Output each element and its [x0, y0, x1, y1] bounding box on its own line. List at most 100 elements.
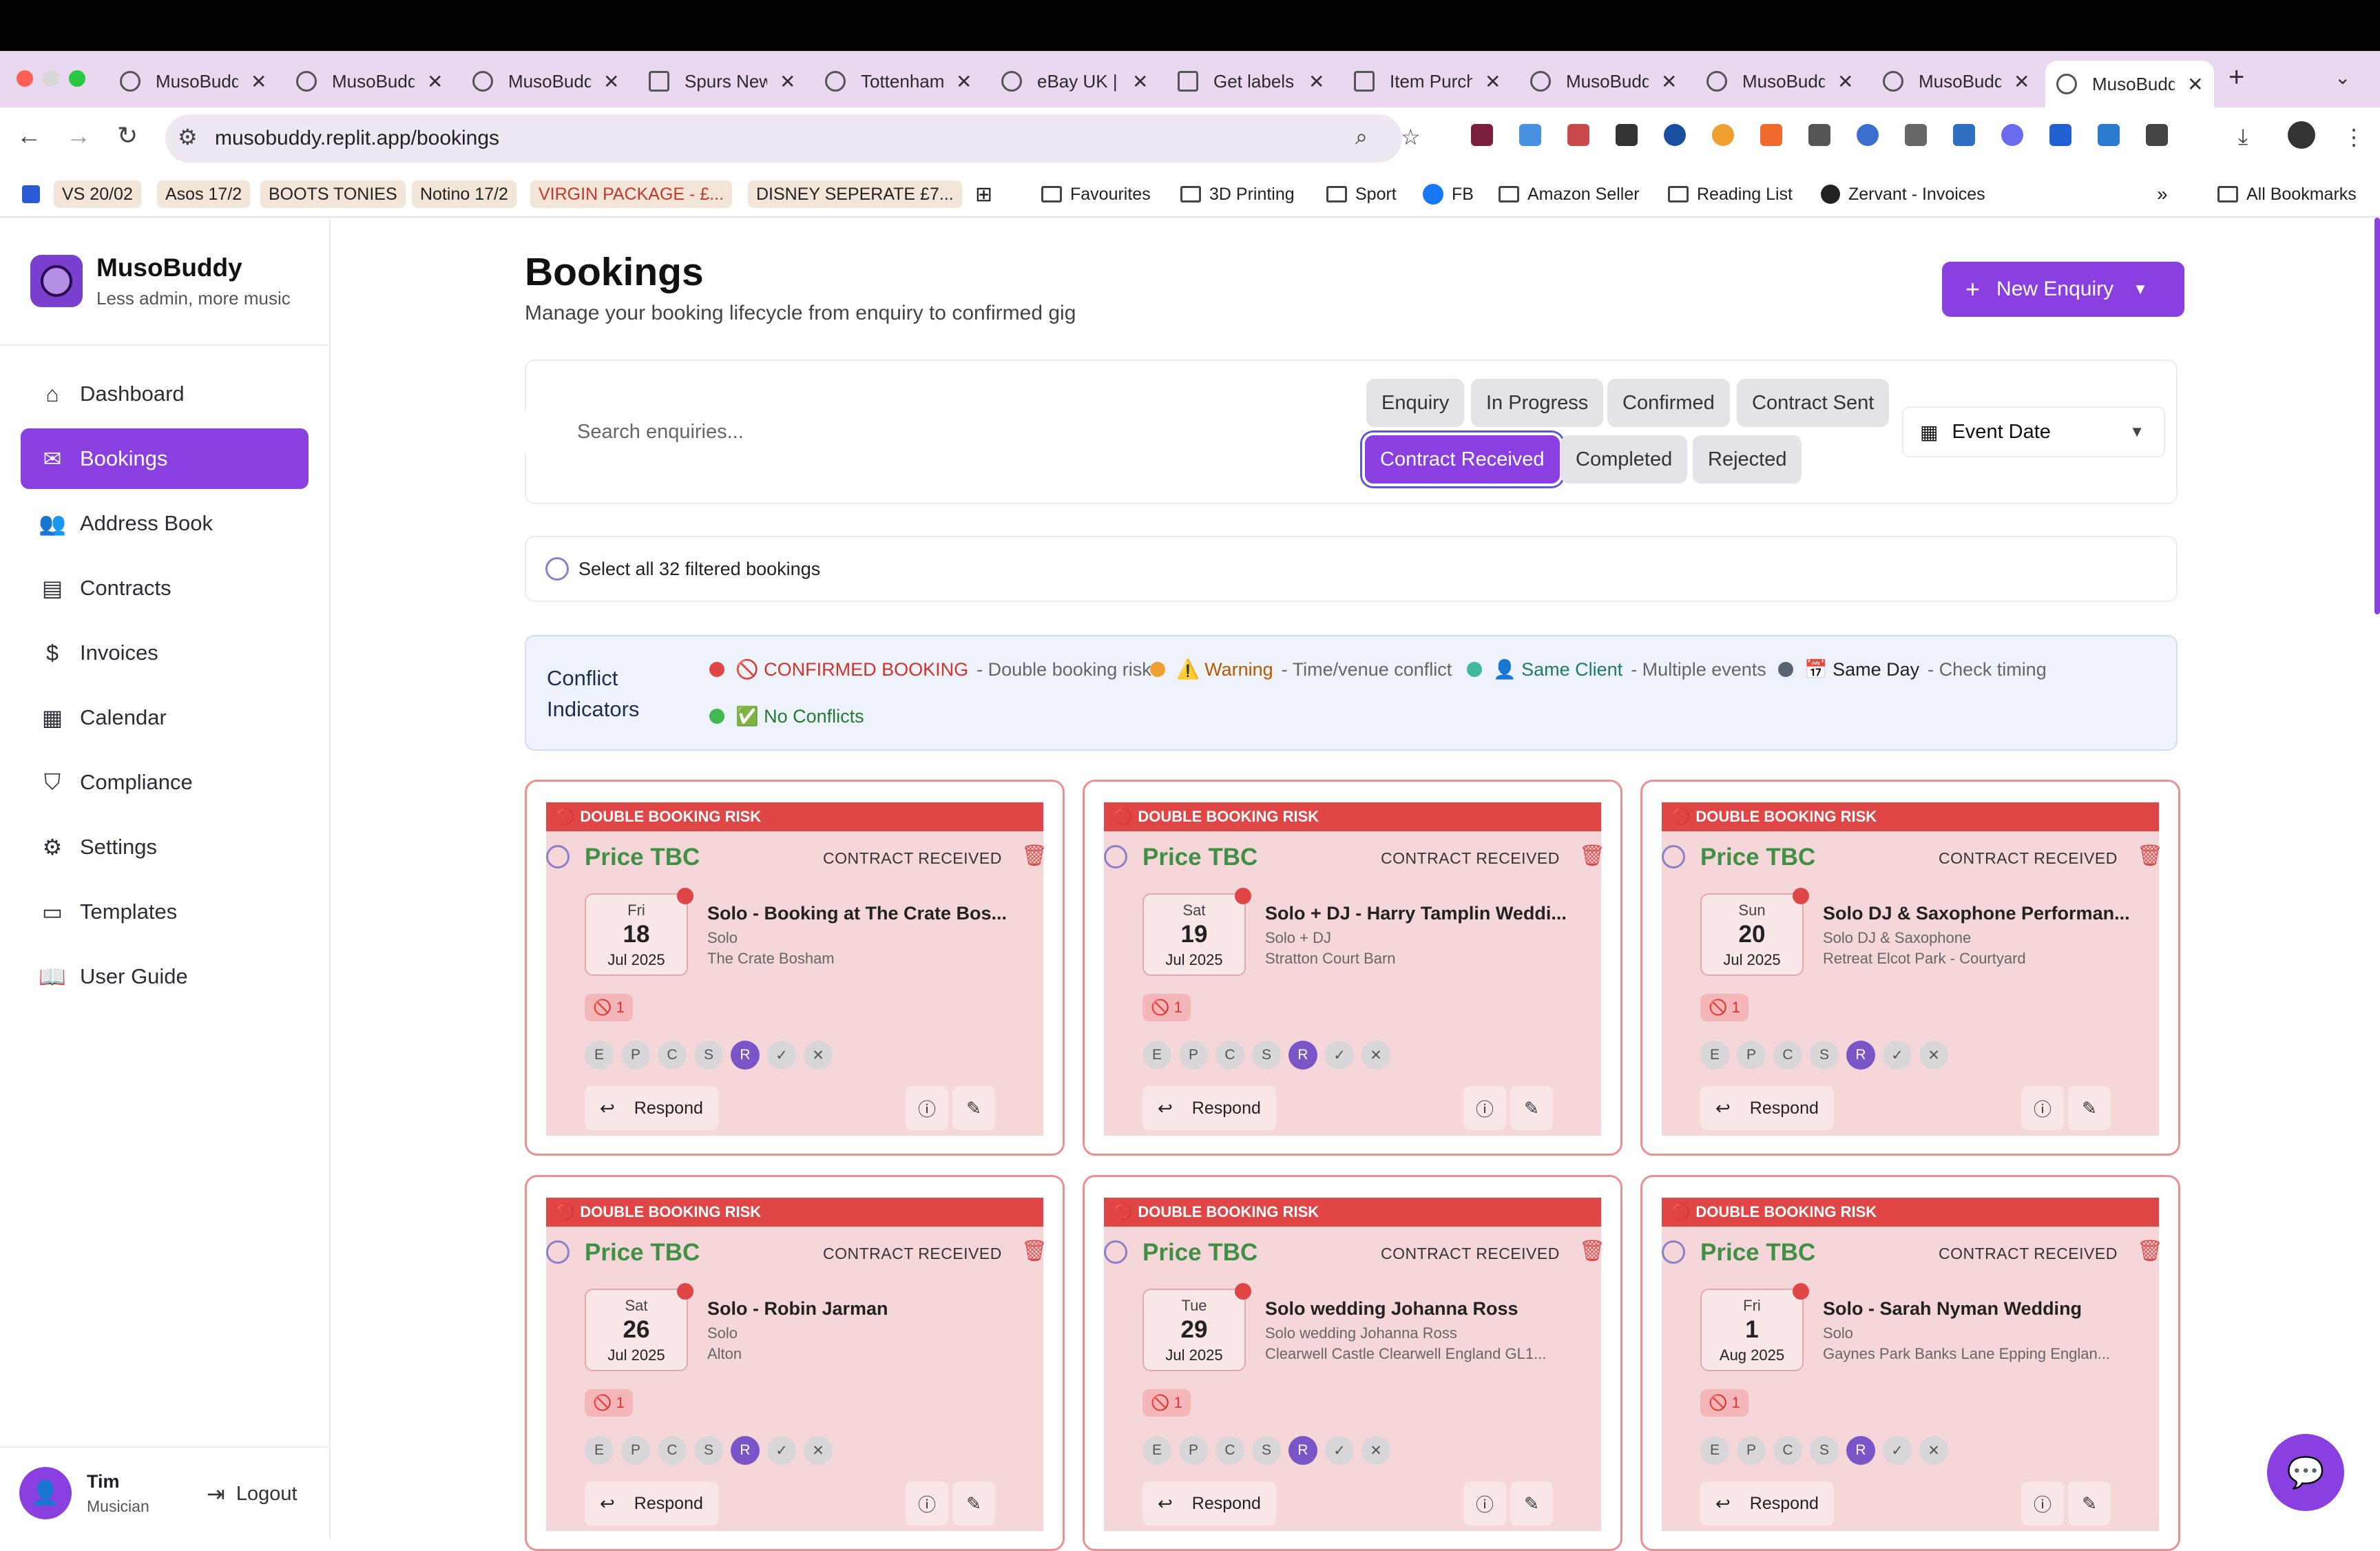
info-icon[interactable]: ⓘ — [1463, 1086, 1506, 1130]
conflict-count-badge[interactable]: 🚫 1 — [585, 994, 633, 1021]
search-input[interactable]: Search enquiries... — [525, 406, 1365, 457]
extension-icon[interactable] — [1953, 124, 1975, 146]
extension-icon[interactable] — [1857, 124, 1879, 146]
filter-chip-in-progress[interactable]: In Progress — [1471, 379, 1604, 427]
extension-icon[interactable] — [2001, 124, 2023, 146]
close-tab-icon[interactable]: ✕ — [427, 70, 443, 93]
stage-badge[interactable]: P — [1179, 1041, 1208, 1070]
stage-badge[interactable]: ✓ — [1883, 1041, 1912, 1070]
stage-badge[interactable]: ✓ — [1325, 1436, 1354, 1465]
stage-badge[interactable]: ✓ — [767, 1436, 796, 1465]
browser-tab[interactable]: Spurs News✕ — [638, 61, 806, 102]
trash-icon[interactable]: 🗑 — [2137, 1239, 2163, 1263]
stage-badge[interactable]: S — [694, 1436, 723, 1465]
filter-chip-contract-received[interactable]: Contract Received — [1365, 435, 1560, 483]
select-all-checkbox[interactable] — [545, 557, 569, 581]
menu-icon[interactable]: ⋮ — [2343, 124, 2365, 150]
respond-button[interactable]: ↩ Respond — [585, 1086, 718, 1130]
booking-select-checkbox[interactable] — [1662, 1240, 1685, 1264]
booking-card[interactable]: 🚫 DOUBLE BOOKING RISK Price TBC CONTRACT … — [1640, 1175, 2180, 1551]
stage-badge[interactable]: ✓ — [1325, 1041, 1354, 1070]
stage-badge[interactable]: C — [658, 1041, 687, 1070]
stage-badge[interactable]: ✕ — [1361, 1041, 1390, 1070]
more-bookmarks-icon[interactable]: » — [2149, 180, 2176, 208]
bookmark-folder[interactable]: Sport — [1318, 180, 1405, 208]
trash-icon[interactable]: 🗑 — [2137, 844, 2163, 868]
stage-badge[interactable]: R — [1846, 1041, 1875, 1070]
browser-tab[interactable]: MusoBuddy✕ — [1695, 61, 1864, 102]
booking-select-checkbox[interactable] — [546, 1240, 570, 1264]
stage-badge[interactable]: ✕ — [1919, 1436, 1948, 1465]
tab-search-icon[interactable]: ⌄ — [2335, 66, 2350, 89]
info-icon[interactable]: ⓘ — [2021, 1481, 2064, 1526]
stage-badge[interactable]: S — [1252, 1436, 1281, 1465]
nav-invoices[interactable]: $ Invoices — [21, 623, 309, 683]
stage-badge[interactable]: R — [1846, 1436, 1875, 1465]
extension-icon[interactable] — [1905, 124, 1927, 146]
stage-badge[interactable]: S — [1252, 1041, 1281, 1070]
stage-badge[interactable]: ✕ — [804, 1041, 833, 1070]
nav-calendar[interactable]: ▦ Calendar — [21, 687, 309, 748]
stage-badge[interactable]: E — [585, 1041, 614, 1070]
nav-templates[interactable]: ▭ Templates — [21, 882, 309, 942]
select-all-bar[interactable]: Select all 32 filtered bookings — [525, 536, 2178, 602]
edit-icon[interactable]: ✎ — [952, 1086, 995, 1130]
trash-icon[interactable]: 🗑 — [1579, 844, 1605, 868]
chat-button[interactable]: 💬 — [2267, 1434, 2344, 1511]
filter-chip-enquiry[interactable]: Enquiry — [1366, 379, 1465, 427]
stage-badge[interactable]: E — [1700, 1041, 1729, 1070]
bookmark[interactable]: FB — [1415, 180, 1482, 208]
nav-bookings[interactable]: ✉ Bookings — [21, 428, 309, 489]
booking-card[interactable]: 🚫 DOUBLE BOOKING RISK Price TBC CONTRACT … — [1083, 1175, 1622, 1551]
stage-badge[interactable]: S — [1810, 1436, 1839, 1465]
respond-button[interactable]: ↩ Respond — [1700, 1481, 1834, 1526]
booking-title[interactable]: Solo - Booking at The Crate Bos... — [707, 903, 1024, 924]
extension-icon[interactable] — [1471, 124, 1493, 146]
zoom-icon[interactable]: ⌕ — [1355, 124, 1368, 150]
booking-title[interactable]: Solo wedding Johanna Ross — [1265, 1298, 1582, 1320]
booking-select-checkbox[interactable] — [1104, 1240, 1127, 1264]
extension-icon[interactable] — [2098, 124, 2120, 146]
respond-button[interactable]: ↩ Respond — [1142, 1086, 1276, 1130]
user-avatar[interactable]: 👤 — [19, 1467, 72, 1519]
filter-chip-rejected[interactable]: Rejected — [1693, 435, 1802, 483]
bookmark-app-icon[interactable] — [14, 180, 48, 208]
minimize-window-icon[interactable] — [43, 70, 59, 87]
browser-tab[interactable]: MusoBuddy✕ — [285, 61, 454, 102]
stage-badge[interactable]: S — [1810, 1041, 1839, 1070]
filter-chip-contract-sent[interactable]: Contract Sent — [1737, 379, 1890, 427]
stage-badge[interactable]: E — [1142, 1436, 1171, 1465]
filter-chip-confirmed[interactable]: Confirmed — [1607, 379, 1730, 427]
download-icon[interactable]: ⤓ — [2238, 124, 2248, 150]
star-icon[interactable]: ☆ — [1401, 124, 1421, 150]
conflict-count-badge[interactable]: 🚫 1 — [585, 1389, 633, 1417]
edit-icon[interactable]: ✎ — [952, 1481, 995, 1526]
bookmark[interactable]: Notino 17/2 — [412, 180, 516, 208]
booking-select-checkbox[interactable] — [1104, 845, 1127, 868]
info-icon[interactable]: ⓘ — [906, 1481, 948, 1526]
new-tab-icon[interactable]: + — [2228, 62, 2244, 93]
booking-card[interactable]: 🚫 DOUBLE BOOKING RISK Price TBC CONTRACT … — [525, 780, 1065, 1156]
bookmark[interactable]: BOOTS TONIES — [260, 180, 406, 208]
extension-icon[interactable] — [1664, 124, 1686, 146]
trash-icon[interactable]: 🗑 — [1579, 1239, 1605, 1263]
close-window-icon[interactable] — [17, 70, 33, 87]
stage-badge[interactable]: ✓ — [1883, 1436, 1912, 1465]
stage-badge[interactable]: R — [1288, 1041, 1317, 1070]
bookmark[interactable]: VS 20/02 — [54, 180, 141, 208]
edit-icon[interactable]: ✎ — [2068, 1086, 2111, 1130]
stage-badge[interactable]: E — [1142, 1041, 1171, 1070]
conflict-count-badge[interactable]: 🚫 1 — [1142, 994, 1191, 1021]
edit-icon[interactable]: ✎ — [2068, 1481, 2111, 1526]
extension-icon[interactable] — [1760, 124, 1782, 146]
page-scrollbar[interactable] — [2374, 218, 2380, 614]
browser-tab[interactable]: eBay UK | ✕ — [990, 61, 1159, 102]
stage-badge[interactable]: C — [1773, 1041, 1802, 1070]
puzzle-icon[interactable] — [2146, 124, 2168, 146]
respond-button[interactable]: ↩ Respond — [1700, 1086, 1834, 1130]
booking-title[interactable]: Solo + DJ - Harry Tamplin Weddi... — [1265, 903, 1582, 924]
trash-icon[interactable]: 🗑 — [1021, 1239, 1047, 1263]
forward-icon[interactable]: → — [66, 121, 91, 150]
booking-card[interactable]: 🚫 DOUBLE BOOKING RISK Price TBC CONTRACT … — [525, 1175, 1065, 1551]
stage-badge[interactable]: S — [694, 1041, 723, 1070]
